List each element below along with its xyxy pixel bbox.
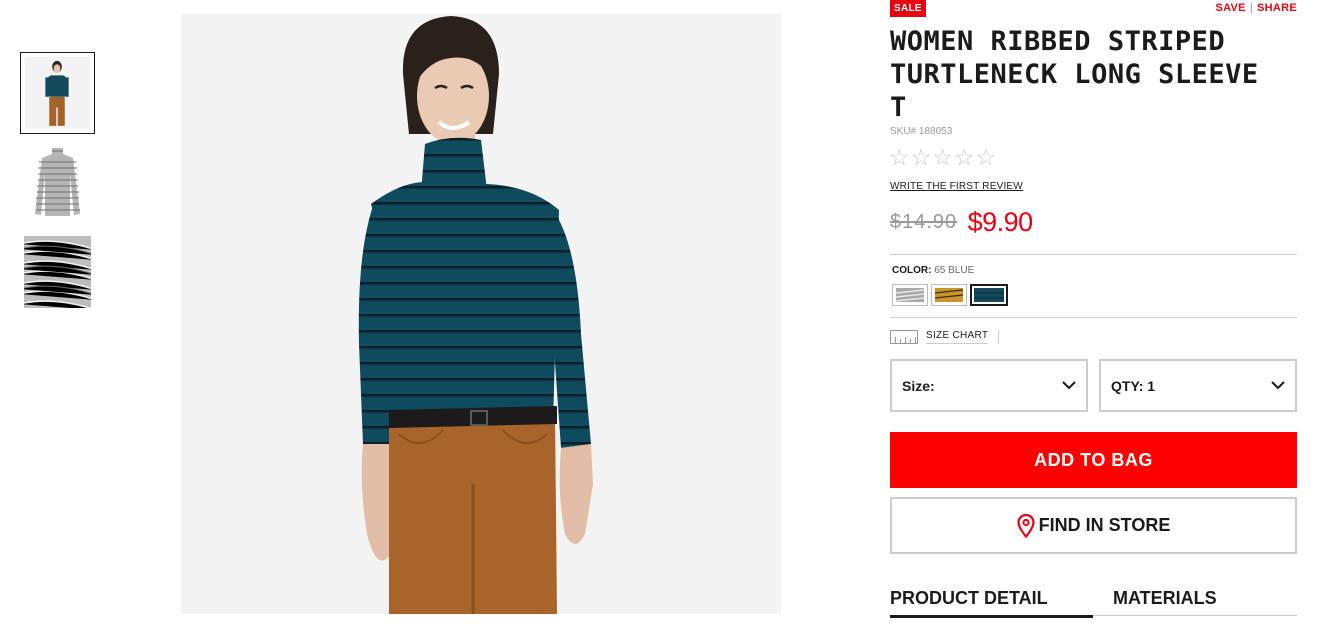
- size-chart-separator: [998, 330, 1000, 344]
- color-swatch-gray[interactable]: [892, 284, 928, 306]
- color-swatches: [892, 284, 1008, 306]
- thumbnail-model[interactable]: [20, 52, 95, 134]
- quantity-select[interactable]: QTY: 1: [1099, 359, 1297, 412]
- thumbnail-fabric-image: [24, 236, 91, 308]
- color-label-row: COLOR: 65 BLUE: [892, 265, 974, 276]
- divider: [890, 317, 1297, 318]
- chevron-down-icon: [1062, 381, 1076, 390]
- size-select-label: Size:: [902, 377, 935, 394]
- size-chart-label: SIZE CHART: [926, 330, 989, 344]
- product-sku: SKU# 188053: [890, 126, 953, 137]
- product-tabs: PRODUCT DETAIL MATERIALS: [890, 588, 1297, 618]
- color-swatch-mustard[interactable]: [931, 284, 967, 306]
- quantity-select-label: QTY: 1: [1111, 377, 1156, 394]
- sale-price: $9.90: [967, 207, 1034, 237]
- thumbnail-fabric[interactable]: [20, 236, 95, 318]
- add-to-bag-button[interactable]: ADD TO BAG: [890, 432, 1297, 488]
- share-link[interactable]: SHARE: [1257, 2, 1297, 14]
- find-in-store-label: FIND IN STORE: [1038, 515, 1171, 535]
- rating-stars[interactable]: ☆☆☆☆☆: [889, 143, 997, 171]
- tab-materials[interactable]: MATERIALS: [1113, 588, 1217, 609]
- color-swatch-blue[interactable]: [970, 284, 1008, 306]
- save-link[interactable]: SAVE: [1215, 2, 1245, 14]
- thumbnail-flat[interactable]: [20, 144, 95, 226]
- size-select[interactable]: Size:: [890, 359, 1088, 412]
- active-tab-indicator: [890, 615, 1093, 618]
- product-photo-model: [181, 14, 781, 614]
- original-price: $14.90: [890, 211, 958, 233]
- save-share-links: SAVE | SHARE: [1215, 2, 1297, 14]
- divider: [890, 254, 1297, 255]
- thumbnail-flat-image: [33, 144, 82, 218]
- chevron-down-icon: [1271, 381, 1285, 390]
- sale-badge: SALE: [890, 0, 926, 17]
- tab-product-detail[interactable]: PRODUCT DETAIL: [890, 588, 1048, 609]
- product-main-image[interactable]: [181, 14, 781, 614]
- price-block: $14.90 $9.90: [890, 207, 1033, 243]
- color-swatch-gray-fill: [895, 288, 925, 302]
- find-in-store-button[interactable]: FIND IN STORE: [890, 497, 1297, 554]
- color-value: 65 BLUE: [934, 265, 975, 276]
- ruler-icon: [890, 330, 918, 344]
- size-chart-link[interactable]: SIZE CHART: [890, 330, 1000, 344]
- write-review-link[interactable]: WRITE THE FIRST REVIEW: [890, 181, 1023, 192]
- color-label: COLOR:: [892, 265, 932, 276]
- thumbnail-list: [20, 52, 96, 328]
- thumbnail-model-image: [25, 57, 90, 129]
- save-share-separator: |: [1249, 2, 1253, 14]
- color-swatch-blue-fill: [974, 288, 1004, 302]
- location-pin-icon: [1017, 513, 1035, 538]
- color-swatch-mustard-fill: [934, 288, 964, 302]
- product-title: WOMEN RIBBED STRIPED TURTLENECK LONG SLE…: [890, 26, 1259, 123]
